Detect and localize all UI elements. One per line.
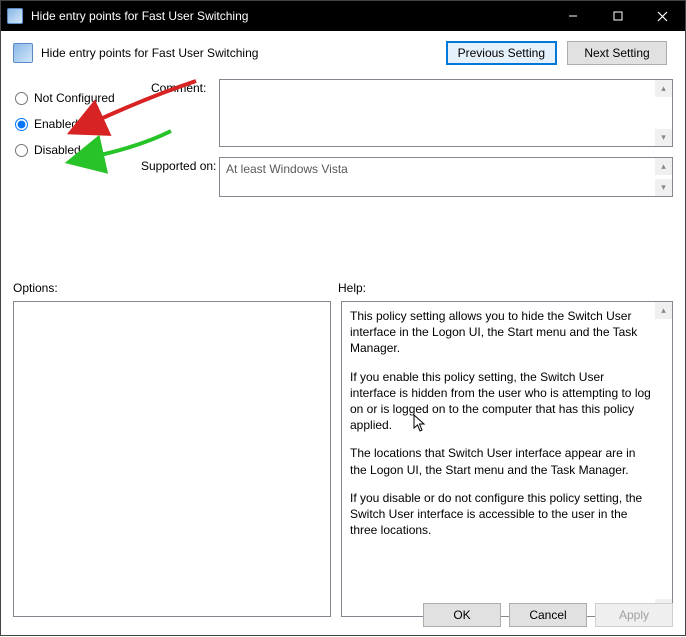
help-paragraph: If you enable this policy setting, the S… <box>350 369 652 434</box>
options-label: Options: <box>13 281 338 295</box>
scroll-up-icon[interactable]: ▴ <box>655 80 672 97</box>
window-title: Hide entry points for Fast User Switchin… <box>31 9 550 23</box>
scroll-up-icon[interactable]: ▴ <box>655 302 672 319</box>
supported-on-label: Supported on: <box>141 159 216 173</box>
apply-button[interactable]: Apply <box>595 603 673 627</box>
supported-on-value: At least Windows Vista <box>226 162 348 176</box>
radio-disabled-input[interactable] <box>15 144 28 157</box>
radio-disabled-label: Disabled <box>34 143 81 157</box>
policy-name: Hide entry points for Fast User Switchin… <box>41 46 446 60</box>
radio-not-configured-input[interactable] <box>15 92 28 105</box>
comment-textbox[interactable]: ▴ ▾ <box>219 79 673 147</box>
window-titlebar: Hide entry points for Fast User Switchin… <box>1 1 685 31</box>
comment-label: Comment: <box>151 81 206 95</box>
policy-icon <box>7 8 23 24</box>
dialog-buttons: OK Cancel Apply <box>423 603 673 627</box>
help-pane: This policy setting allows you to hide t… <box>341 301 673 617</box>
options-pane <box>13 301 331 617</box>
help-paragraph: If you disable or do not configure this … <box>350 490 652 539</box>
close-button[interactable] <box>640 1 685 31</box>
header-row: Hide entry points for Fast User Switchin… <box>1 31 685 69</box>
radio-enabled-label: Enabled <box>34 117 78 131</box>
cancel-button[interactable]: Cancel <box>509 603 587 627</box>
radio-enabled[interactable]: Enabled <box>13 111 213 137</box>
maximize-button[interactable] <box>595 1 640 31</box>
minimize-button[interactable] <box>550 1 595 31</box>
previous-setting-button[interactable]: Previous Setting <box>446 41 557 65</box>
radio-enabled-input[interactable] <box>15 118 28 131</box>
help-label: Help: <box>338 281 366 295</box>
ok-button[interactable]: OK <box>423 603 501 627</box>
help-paragraph: The locations that Switch User interface… <box>350 445 652 477</box>
supported-on-textbox: At least Windows Vista ▴ ▾ <box>219 157 673 197</box>
pane-labels: Options: Help: <box>1 281 685 295</box>
configuration-area: Not Configured Enabled Disabled Comment:… <box>1 69 685 163</box>
scroll-up-icon[interactable]: ▴ <box>655 158 672 175</box>
scroll-down-icon[interactable]: ▾ <box>655 129 672 146</box>
scroll-down-icon[interactable]: ▾ <box>655 179 672 196</box>
radio-not-configured-label: Not Configured <box>34 91 115 105</box>
policy-icon <box>13 43 33 63</box>
detail-panes: This policy setting allows you to hide t… <box>1 295 685 617</box>
help-paragraph: This policy setting allows you to hide t… <box>350 308 652 357</box>
next-setting-button[interactable]: Next Setting <box>567 41 667 65</box>
